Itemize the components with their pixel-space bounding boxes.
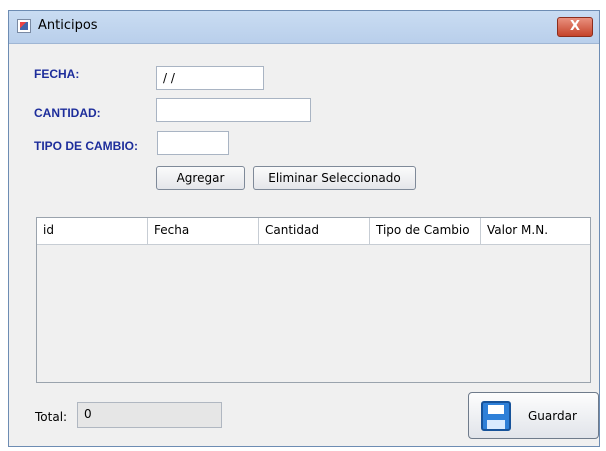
anticipos-dialog: Anticipos X FECHA: / / CANTIDAD: TIPO DE… xyxy=(8,10,600,447)
column-header-fecha[interactable]: Fecha xyxy=(148,218,259,244)
java-app-icon xyxy=(17,19,31,33)
cantidad-field[interactable] xyxy=(156,98,311,122)
background-left-strip xyxy=(0,0,8,451)
column-header-id[interactable]: id xyxy=(37,218,148,244)
close-button[interactable]: X xyxy=(557,17,593,37)
eliminar-seleccionado-button[interactable]: Eliminar Seleccionado xyxy=(253,166,416,190)
table-body[interactable] xyxy=(37,245,590,382)
tipo-de-cambio-label: TIPO DE CAMBIO: xyxy=(34,139,138,153)
title-bar[interactable]: Anticipos X xyxy=(9,11,599,44)
guardar-button[interactable]: Guardar xyxy=(468,392,599,439)
anticipos-table[interactable]: id Fecha Cantidad Tipo de Cambio Valor M… xyxy=(36,217,591,383)
fecha-label: FECHA: xyxy=(34,67,80,81)
floppy-disk-icon xyxy=(481,401,511,431)
background-app-strip xyxy=(0,0,606,10)
tipo-de-cambio-field[interactable] xyxy=(157,131,229,155)
cantidad-label: CANTIDAD: xyxy=(34,106,101,120)
total-label: Total: xyxy=(35,410,68,424)
column-header-tipo-de-cambio[interactable]: Tipo de Cambio xyxy=(370,218,481,244)
guardar-label: Guardar xyxy=(528,409,577,423)
table-header: id Fecha Cantidad Tipo de Cambio Valor M… xyxy=(37,218,590,245)
agregar-button[interactable]: Agregar xyxy=(156,166,245,190)
column-header-cantidad[interactable]: Cantidad xyxy=(259,218,370,244)
window-title: Anticipos xyxy=(38,18,98,33)
close-icon: X xyxy=(569,19,581,34)
column-header-valor-mn[interactable]: Valor M.N. xyxy=(481,218,590,244)
fecha-field[interactable]: / / xyxy=(156,66,264,90)
total-field: 0 xyxy=(77,402,222,428)
